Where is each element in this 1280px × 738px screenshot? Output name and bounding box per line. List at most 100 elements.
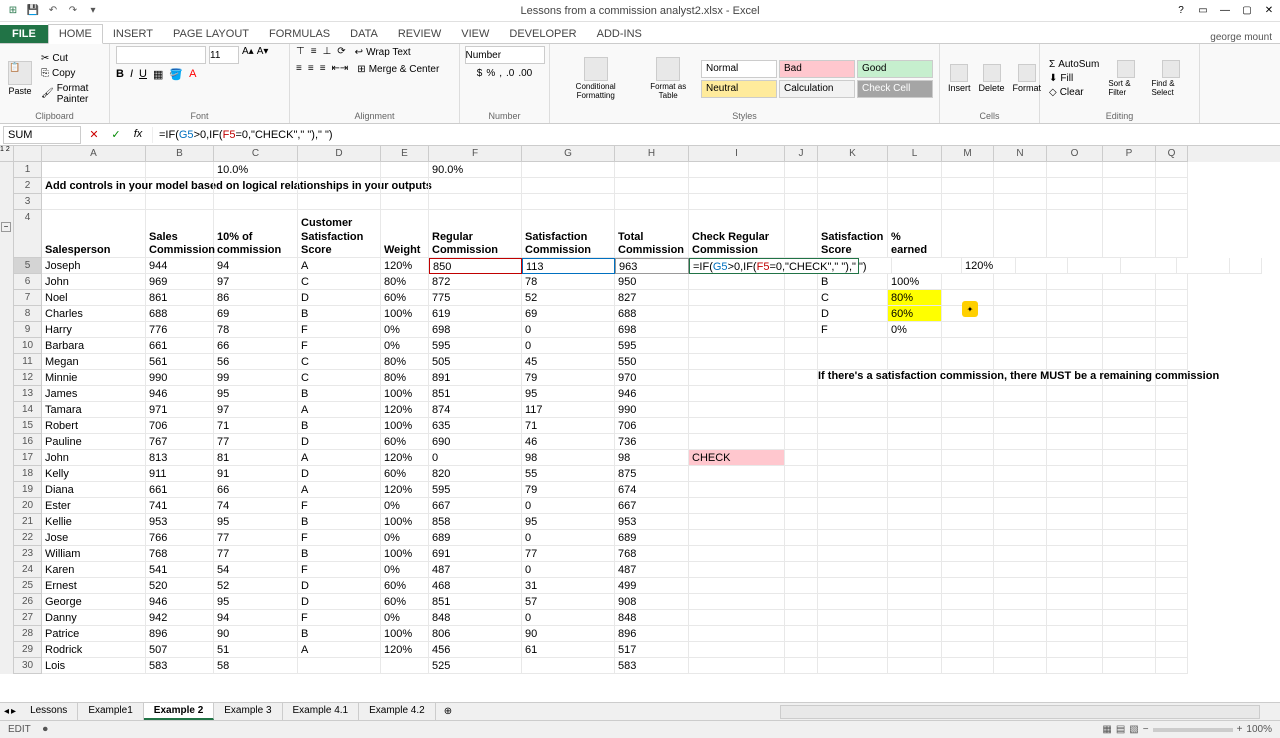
fill-color-button[interactable]: 🪣 [169, 68, 183, 81]
cell[interactable] [888, 578, 942, 594]
cell[interactable]: 80% [888, 290, 942, 306]
cell[interactable]: 74 [214, 498, 298, 514]
col-header-D[interactable]: D [298, 146, 381, 162]
cell[interactable]: 776 [146, 322, 214, 338]
row-header[interactable]: 10 [14, 338, 42, 354]
cell[interactable]: 56 [214, 354, 298, 370]
cell[interactable] [429, 178, 522, 194]
cell[interactable]: Total Commission [615, 210, 689, 258]
cell[interactable]: F [298, 610, 381, 626]
align-middle-icon[interactable]: ≡ [311, 46, 317, 59]
cell[interactable]: 595 [429, 482, 522, 498]
cell[interactable] [818, 354, 888, 370]
cell[interactable]: 820 [429, 466, 522, 482]
cell[interactable]: 0% [381, 322, 429, 338]
cell[interactable] [1103, 610, 1156, 626]
cell[interactable]: 90.0% [429, 162, 522, 178]
cell[interactable] [942, 514, 994, 530]
cell[interactable] [1103, 546, 1156, 562]
align-right-icon[interactable]: ≡ [320, 63, 326, 76]
cell[interactable] [942, 450, 994, 466]
col-header-M[interactable]: M [942, 146, 994, 162]
cell[interactable]: D [298, 594, 381, 610]
cut-button[interactable]: ✂ Cut [38, 52, 103, 65]
cell[interactable] [994, 546, 1047, 562]
cell[interactable] [994, 450, 1047, 466]
cell[interactable]: Sales Commission [146, 210, 214, 258]
cell[interactable]: 66 [214, 338, 298, 354]
cell[interactable]: Weight [381, 210, 429, 258]
cell[interactable] [522, 658, 615, 674]
bold-button[interactable]: B [116, 68, 124, 81]
cell[interactable]: 31 [522, 578, 615, 594]
cell[interactable] [1103, 658, 1156, 674]
cell[interactable]: Add controls in your model based on logi… [42, 178, 146, 194]
cell[interactable]: 66 [214, 482, 298, 498]
cell[interactable] [888, 386, 942, 402]
cell[interactable]: C [298, 370, 381, 386]
cell[interactable] [785, 418, 818, 434]
cell[interactable]: C [298, 274, 381, 290]
cell[interactable]: 0 [429, 450, 522, 466]
qat-dropdown-icon[interactable]: ▾ [84, 2, 102, 20]
cell[interactable] [785, 290, 818, 306]
cell[interactable]: 550 [615, 354, 689, 370]
row-header[interactable]: 12 [14, 370, 42, 386]
cell[interactable] [1156, 162, 1188, 178]
cell[interactable]: 741 [146, 498, 214, 514]
cell[interactable]: Jose [42, 530, 146, 546]
copy-button[interactable]: ⎘ Copy [38, 67, 103, 80]
cell[interactable] [1103, 210, 1156, 258]
row-header[interactable]: 16 [14, 434, 42, 450]
cell[interactable] [689, 514, 785, 530]
cell[interactable]: Ernest [42, 578, 146, 594]
cell[interactable] [888, 178, 942, 194]
row-header[interactable]: 20 [14, 498, 42, 514]
cell[interactable]: 69 [214, 306, 298, 322]
cell[interactable] [785, 626, 818, 642]
cell[interactable] [994, 322, 1047, 338]
cell[interactable] [1047, 594, 1103, 610]
cell[interactable]: 0 [522, 338, 615, 354]
cell[interactable] [689, 562, 785, 578]
cell[interactable]: 60% [381, 290, 429, 306]
cell[interactable]: 595 [429, 338, 522, 354]
cell[interactable] [942, 418, 994, 434]
cell[interactable] [298, 194, 381, 210]
paste-button[interactable]: 📋Paste [6, 59, 34, 98]
cell[interactable]: A [298, 482, 381, 498]
maximize-icon[interactable]: ▢ [1236, 1, 1258, 21]
cell[interactable] [1156, 194, 1188, 210]
cell[interactable] [42, 194, 146, 210]
cell[interactable]: Satisfaction Commission [522, 210, 615, 258]
cell[interactable] [818, 530, 888, 546]
cell[interactable]: 505 [429, 354, 522, 370]
cell[interactable] [818, 386, 888, 402]
conditional-formatting-button[interactable]: Conditional Formatting [556, 55, 635, 102]
cell[interactable] [1103, 642, 1156, 658]
cell[interactable]: Patrice [42, 626, 146, 642]
cell[interactable]: Ester [42, 498, 146, 514]
cell[interactable]: 689 [615, 530, 689, 546]
cell[interactable] [888, 498, 942, 514]
cell[interactable]: 583 [146, 658, 214, 674]
cell[interactable]: William [42, 546, 146, 562]
cell[interactable]: 77 [214, 546, 298, 562]
cell[interactable] [818, 466, 888, 482]
cell[interactable] [942, 610, 994, 626]
tab-developer[interactable]: DEVELOPER [499, 25, 586, 43]
col-header-C[interactable]: C [214, 146, 298, 162]
col-header-K[interactable]: K [818, 146, 888, 162]
row-header[interactable]: 21 [14, 514, 42, 530]
cell[interactable] [1156, 290, 1188, 306]
sheet-tab[interactable]: Example 4.1 [283, 703, 360, 720]
col-header-F[interactable]: F [429, 146, 522, 162]
align-bottom-icon[interactable]: ⊥ [323, 46, 332, 59]
cell[interactable]: 908 [615, 594, 689, 610]
excel-icon[interactable]: ⊞ [4, 2, 22, 20]
format-painter-button[interactable]: 🖌 Format Painter [38, 82, 103, 106]
cell[interactable]: B [818, 274, 888, 290]
cell[interactable] [1047, 274, 1103, 290]
cell[interactable] [994, 194, 1047, 210]
cell[interactable] [994, 594, 1047, 610]
